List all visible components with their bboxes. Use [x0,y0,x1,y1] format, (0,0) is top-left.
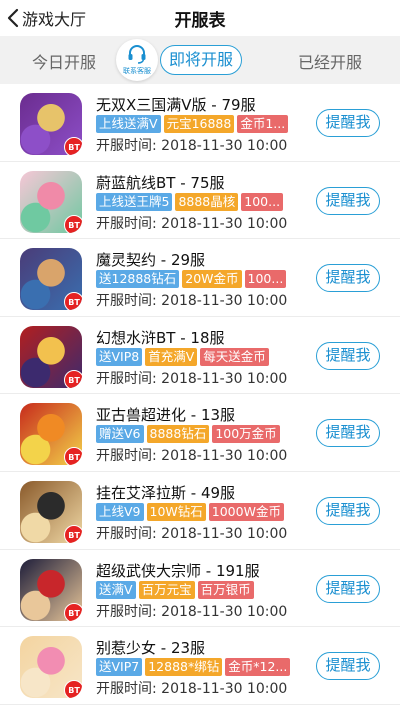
open-time: 开服时间: 2018-11-30 10:00 [96,138,288,154]
game-name[interactable]: 幻想水浒BT - 18服 [96,327,225,348]
benefit-tag: 金币1... [237,115,289,133]
tag-list: 上线送王牌5 8888晶核 100... [96,192,308,211]
game-name[interactable]: 魔灵契约 - 29服 [96,249,205,270]
list-item[interactable]: BT 无双X三国满V版 - 79服 上线送满V 元宝16888 金币1... 开服时间: … [0,84,400,162]
open-time: 开服时间: 2018-11-30 10:00 [96,293,288,310]
header: 游戏大厅 开服表 [0,0,400,36]
game-name[interactable]: 挂在艾泽拉斯 - 49服 [96,482,235,503]
remind-me-button[interactable]: 提醒我 [316,341,380,370]
game-icon[interactable]: BT [20,636,82,699]
server-list: BT 无双X三国满V版 - 79服 上线送满V 元宝16888 金币1... 开服时间: … [0,84,400,705]
game-name[interactable]: 亚古兽超进化 - 13服 [96,404,235,425]
benefit-tag: 百万元宝 [138,580,195,599]
list-item[interactable]: BT 幻想水浒BT - 18服 送VIP8 首充满V 每天送金币 开服时间: 2018-1… [0,316,400,395]
benefit-tag: 100... [244,270,287,289]
game-name[interactable]: 超级武侠大宗师 - 191服 [96,560,260,581]
tag-list: 上线送满V 元宝16888 金币1... [96,115,308,133]
remind-me-button[interactable]: 提醒我 [316,574,380,603]
list-item[interactable]: BT 超级武侠大宗师 - 191服 送满V 百万元宝 百万银币 开服时间: 2018-11… [0,549,400,628]
benefit-tag: 20W金币 [182,270,242,289]
tag-list: 赠送V6 8888钻石 100万金币 [96,425,308,444]
tag-list: 上线V9 10W钻石 1000W金币 [96,502,308,521]
benefit-tag: 1000W金币 [208,502,284,521]
game-icon[interactable]: BT [20,170,82,233]
benefit-tag: 8888晶核 [175,192,239,211]
benefit-tag: 8888钻石 [146,425,210,444]
headset-icon [128,45,146,64]
game-icon[interactable]: BT [20,558,82,621]
customer-service-button[interactable]: 联系客服 [116,39,158,81]
bt-badge: BT [64,369,82,388]
benefit-tag: 元宝16888 [163,115,235,133]
remind-me-button[interactable]: 提醒我 [316,419,380,448]
back-label: 游戏大厅 [22,10,87,29]
benefit-tag: 赠送V6 [96,425,144,444]
bt-badge: BT [64,292,82,311]
open-time: 开服时间: 2018-11-30 10:00 [96,215,288,232]
benefit-tag: 送满V [96,580,136,599]
open-time: 开服时间: 2018-11-30 10:00 [96,448,288,465]
benefit-tag: 12888*绑钻 [145,658,223,677]
bt-badge: BT [64,680,82,699]
chevron-left-icon [7,8,19,28]
benefit-tag: 上线V9 [96,502,144,521]
remind-me-button[interactable]: 提醒我 [316,496,380,525]
list-item[interactable]: BT 亚古兽超进化 - 13服 赠送V6 8888钻石 100万金币 开服时间: 2018… [0,394,400,472]
remind-me-button[interactable]: 提醒我 [316,109,380,137]
bt-badge: BT [64,602,82,621]
benefit-tag: 100... [241,192,284,211]
benefit-tag: 百万银币 [197,580,254,599]
bt-badge: BT [64,447,82,466]
tag-list: 送VIP8 首充满V 每天送金币 [96,347,308,366]
bt-badge: BT [64,137,82,155]
bt-badge: BT [64,214,82,233]
game-icon[interactable]: BT [20,248,82,311]
benefit-tag: 送VIP7 [96,658,143,677]
benefit-tag: 上线送王牌5 [96,192,173,211]
list-item[interactable]: BT 蔚蓝航线BT - 75服 上线送王牌5 8888晶核 100... 开服时间: 20… [0,161,400,240]
game-name[interactable]: 蔚蓝航线BT - 75服 [96,172,225,193]
tag-list: 送12888钻石 20W金币 100... [96,270,308,289]
remind-me-button[interactable]: 提醒我 [316,186,380,215]
game-icon[interactable]: BT [20,93,82,155]
benefit-tag: 10W钻石 [146,502,206,521]
tag-list: 送满V 百万元宝 百万银币 [96,580,308,599]
remind-me-button[interactable]: 提醒我 [316,264,380,293]
list-item[interactable]: BT 魔灵契约 - 29服 送12888钻石 20W金币 100... 开服时间: 201… [0,239,400,317]
game-icon[interactable]: BT [20,480,82,543]
tab-today[interactable]: 今日开服 [32,49,96,73]
open-time: 开服时间: 2018-11-30 10:00 [96,525,288,542]
game-name[interactable]: 别惹少女 - 23服 [96,637,205,658]
benefit-tag: 上线送满V [96,115,161,133]
benefit-tag: 每天送金币 [200,347,269,366]
game-name[interactable]: 无双X三国满V版 - 79服 [96,94,256,115]
game-icon[interactable]: BT [20,325,82,388]
page-title: 开服表 [174,11,226,31]
tab-opened[interactable]: 已经开服 [298,49,362,73]
customer-service-label: 联系客服 [123,67,151,75]
back-button[interactable]: 游戏大厅 [6,6,86,30]
tag-list: 送VIP7 12888*绑钻 金币*12... [96,658,308,677]
remind-me-button[interactable]: 提醒我 [316,652,380,681]
open-time: 开服时间: 2018-11-30 10:00 [96,603,288,620]
game-icon[interactable]: BT [20,403,82,466]
benefit-tag: 首充满V [145,347,198,366]
benefit-tag: 送VIP8 [96,347,143,366]
benefit-tag: 送12888钻石 [96,270,180,289]
tab-upcoming[interactable]: 即将开服 [160,45,242,75]
tab-bar: 今日开服 联系客服 即将开服 已经开服 [0,36,400,84]
benefit-tag: 100万金币 [212,425,280,444]
list-item[interactable]: BT 别惹少女 - 23服 送VIP7 12888*绑钻 金币*12... 开服时间: 2… [0,627,400,705]
list-item[interactable]: BT 挂在艾泽拉斯 - 49服 上线V9 10W钻石 1000W金币 开服时间: 2018… [0,471,400,550]
open-time: 开服时间: 2018-11-30 10:00 [96,370,288,387]
bt-badge: BT [64,524,82,543]
open-time: 开服时间: 2018-11-30 10:00 [96,681,288,698]
benefit-tag: 金币*12... [225,658,291,677]
